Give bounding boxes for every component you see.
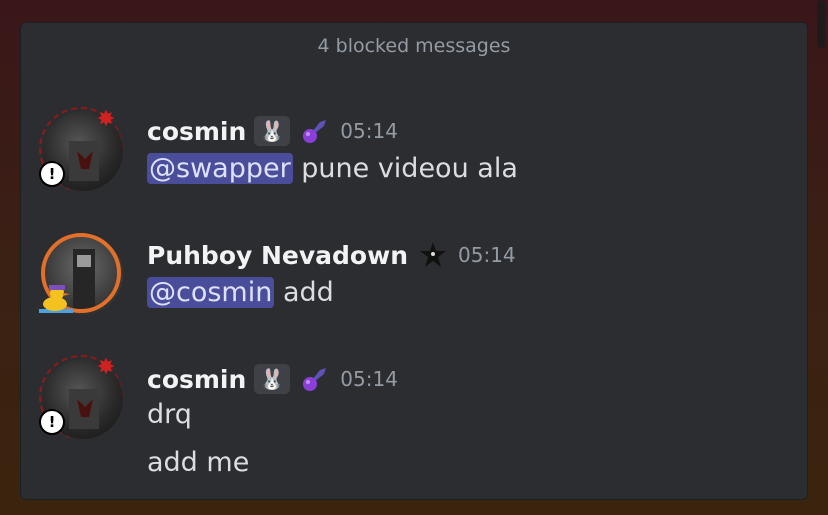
timestamp[interactable]: 05:14 <box>340 119 398 143</box>
comet-icon <box>298 116 332 146</box>
user-mention[interactable]: @swapper <box>147 153 293 184</box>
alert-icon: ! <box>39 409 65 435</box>
message-content: @cosmin add <box>147 277 334 308</box>
chat-message-list: 4 blocked messages ✸ ! cosmin 🐰 05:14 @s… <box>20 22 808 500</box>
username[interactable]: cosmin <box>147 365 246 394</box>
timestamp[interactable]: 05:14 <box>458 243 516 267</box>
avatar[interactable]: ✸ ! <box>39 355 127 443</box>
alert-icon: ! <box>39 161 65 187</box>
timestamp[interactable]: 05:14 <box>340 367 398 391</box>
username[interactable]: cosmin <box>147 117 246 146</box>
black-star-icon <box>416 240 450 270</box>
blocked-messages-toggle[interactable]: 4 blocked messages <box>21 35 807 57</box>
anger-icon: ✸ <box>96 107 116 132</box>
user-mention[interactable]: @cosmin <box>147 277 275 308</box>
message-content: add me <box>147 447 250 478</box>
anger-icon: ✸ <box>96 355 116 380</box>
scrollbar[interactable] <box>817 0 825 48</box>
avatar[interactable]: ✸ ! <box>39 107 127 195</box>
username[interactable]: Puhboy Nevadown <box>147 241 408 270</box>
duck-icon <box>37 281 75 315</box>
avatar[interactable] <box>39 231 127 319</box>
bunny-icon[interactable]: 🐰 <box>254 364 291 394</box>
message-content: drq <box>147 399 192 430</box>
message-content: @swapper pune videou ala <box>147 153 518 184</box>
bunny-icon[interactable]: 🐰 <box>254 116 291 146</box>
comet-icon <box>298 364 332 394</box>
